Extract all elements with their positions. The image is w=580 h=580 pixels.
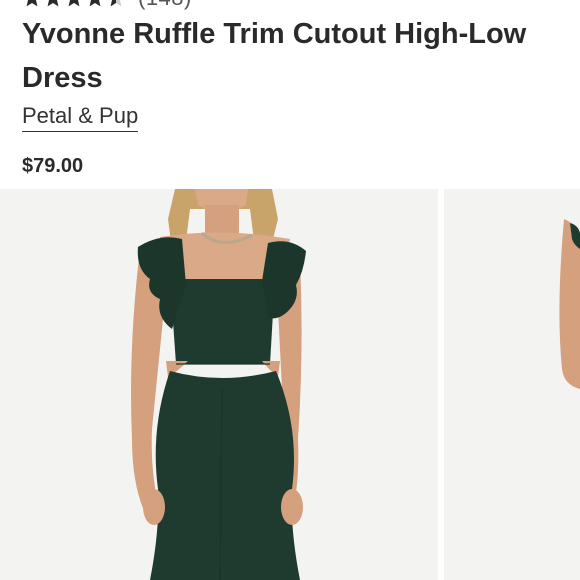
rating-count[interactable]: (148) xyxy=(138,0,192,11)
brand-link[interactable]: Petal & Pup xyxy=(22,103,139,132)
product-title: Yvonne Ruffle Trim Cutout High-Low Dress xyxy=(22,18,527,94)
model-wearing-dress-image xyxy=(0,189,438,580)
star-icon xyxy=(26,0,38,7)
rating-stars xyxy=(22,0,126,8)
product-image-gallery[interactable] xyxy=(0,189,580,580)
star-icon xyxy=(68,0,80,7)
model-side-view-image xyxy=(444,189,580,580)
product-price: $79.00 xyxy=(22,155,84,177)
product-photo-1[interactable] xyxy=(0,189,438,580)
product-photo-2[interactable] xyxy=(444,189,580,580)
rating-row[interactable]: (148) xyxy=(22,0,192,11)
star-icon xyxy=(89,0,101,7)
star-icon xyxy=(47,0,59,7)
half-star-icon xyxy=(110,0,122,7)
